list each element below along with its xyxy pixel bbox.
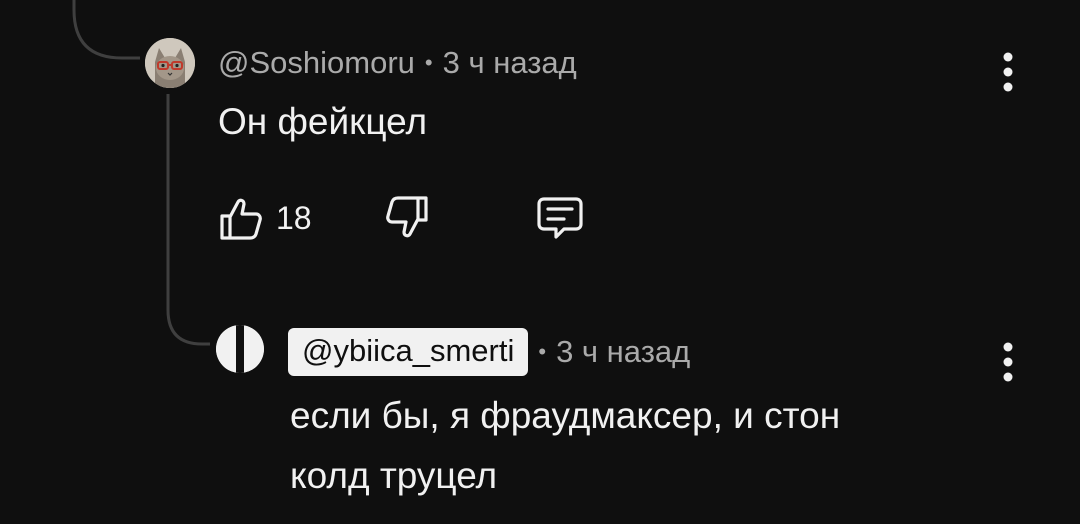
reply-body: если бы, я фраудмаксер, и стон колд труц… bbox=[290, 386, 840, 506]
comment-menu-button[interactable] bbox=[988, 42, 1028, 102]
reply-button[interactable] bbox=[534, 193, 586, 243]
comment-time[interactable]: 3 ч назад bbox=[443, 45, 577, 81]
thread-line-top bbox=[72, 0, 140, 60]
comment-body: Он фейкцел bbox=[218, 101, 428, 142]
comment-thread: @Soshiomoru • 3 ч назад Он фейкцел 18 @y… bbox=[0, 0, 1080, 524]
more-vert-icon bbox=[1003, 342, 1013, 382]
commenter-avatar[interactable] bbox=[145, 38, 195, 88]
split-circle-avatar bbox=[216, 325, 264, 373]
reply-time[interactable]: 3 ч назад bbox=[556, 334, 690, 370]
reply-menu-button[interactable] bbox=[988, 332, 1028, 392]
cat-with-glasses-avatar bbox=[145, 38, 195, 88]
reply-body-line: колд труцел bbox=[290, 455, 498, 496]
reply-meta: @ybiica_smerti • 3 ч назад bbox=[288, 326, 690, 378]
like-button[interactable]: 18 bbox=[216, 193, 312, 243]
dislike-button[interactable] bbox=[384, 193, 432, 243]
meta-separator: • bbox=[424, 50, 433, 75]
comment-meta: @Soshiomoru • 3 ч назад bbox=[218, 42, 577, 84]
comment-author[interactable]: @Soshiomoru bbox=[218, 45, 415, 81]
like-count: 18 bbox=[276, 199, 312, 236]
reply-avatar[interactable] bbox=[216, 325, 264, 373]
thumbs-down-icon bbox=[386, 196, 428, 238]
reply-comment-icon bbox=[537, 197, 583, 239]
thread-line-replies bbox=[166, 94, 210, 346]
thumbs-up-icon bbox=[220, 198, 262, 240]
reply-body-line: если бы, я фраудмаксер, и стон bbox=[290, 395, 841, 436]
more-vert-icon bbox=[1003, 52, 1013, 92]
meta-separator: • bbox=[538, 339, 547, 364]
reply-author-chip[interactable]: @ybiica_smerti bbox=[288, 328, 529, 376]
